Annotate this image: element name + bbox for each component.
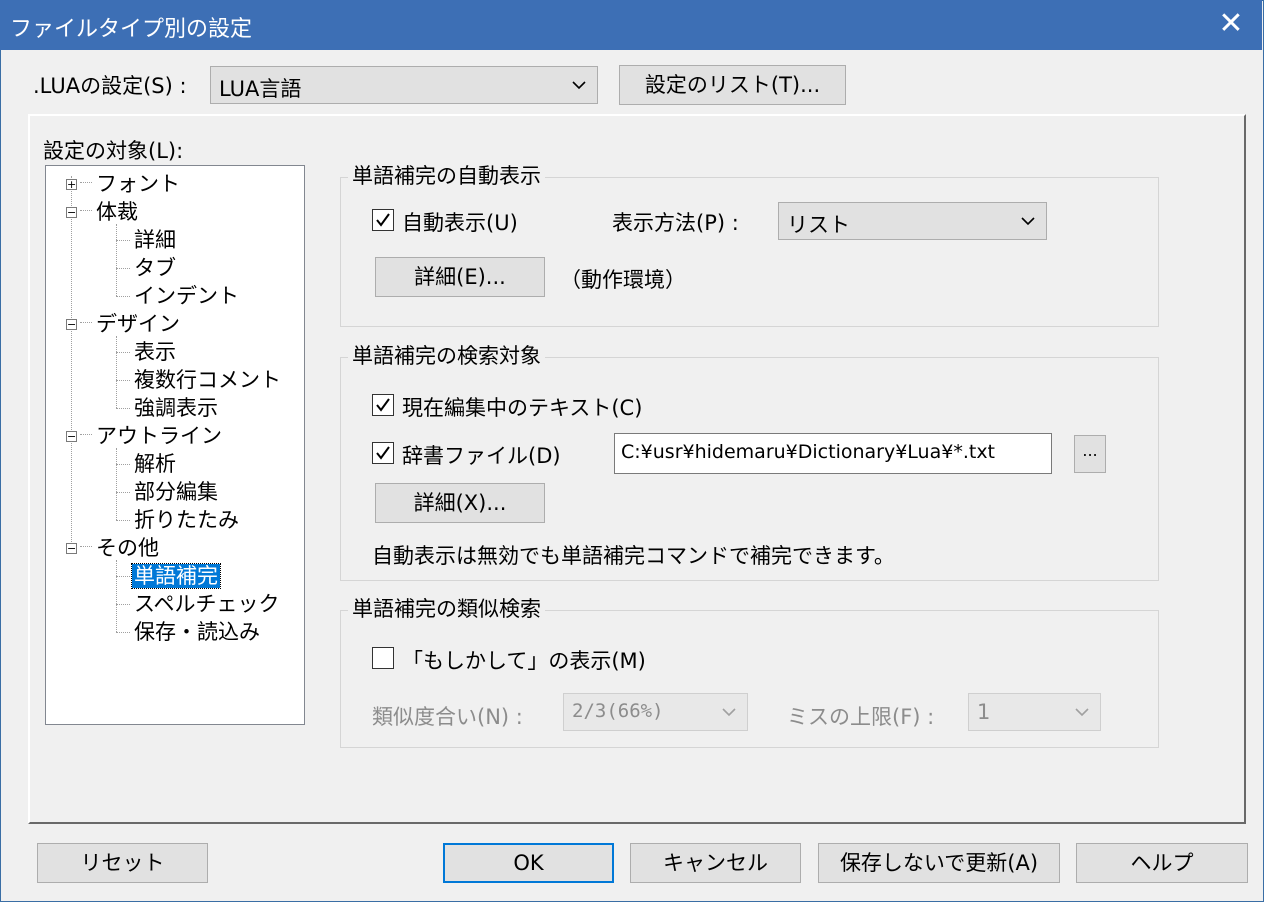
auto-display-detail-button[interactable]: 詳細(E)... xyxy=(375,257,545,297)
title-bar: ファイルタイプ別の設定 ✕ xyxy=(0,0,1262,50)
update-without-save-button[interactable]: 保存しないで更新(A) xyxy=(818,843,1060,883)
collapse-minus-icon[interactable]: − xyxy=(66,543,77,554)
auto-display-checkbox[interactable] xyxy=(372,209,394,231)
chevron-down-icon xyxy=(1075,708,1089,717)
dictionary-file-label[interactable]: 辞書ファイル(D) xyxy=(402,440,561,470)
tree-label: 設定の対象(L): xyxy=(43,139,184,163)
checkmark-icon xyxy=(376,213,390,227)
completion-note: 自動表示は無効でも単語補完コマンドで補完できます。 xyxy=(372,544,895,568)
tree-guide-line xyxy=(116,224,117,296)
checkmark-icon xyxy=(376,446,390,460)
current-text-checkbox[interactable] xyxy=(372,394,394,416)
miss-limit-label: ミスの上限(F) : xyxy=(787,705,935,729)
tree-guide-line xyxy=(116,336,117,408)
cancel-button[interactable]: キャンセル xyxy=(630,843,801,883)
browse-button[interactable]: ... xyxy=(1074,435,1106,473)
tree-guide-line xyxy=(116,448,117,520)
expand-plus-icon[interactable]: + xyxy=(66,179,77,190)
miss-limit-select[interactable]: 1 xyxy=(968,693,1101,731)
similarity-value: 2/3(66%) xyxy=(572,700,664,722)
chevron-down-icon xyxy=(572,81,586,90)
tree-guide-line xyxy=(116,560,117,632)
dictionary-path-field[interactable]: C:¥usr¥hidemaru¥Dictionary¥Lua¥*.txt xyxy=(614,433,1052,474)
window-title: ファイルタイプ別の設定 xyxy=(10,17,253,42)
checkmark-icon xyxy=(376,398,390,412)
current-text-label[interactable]: 現在編集中のテキスト(C) xyxy=(402,392,642,422)
tree-guide-line xyxy=(71,176,72,554)
auto-display-group-title: 単語補完の自動表示 xyxy=(348,160,545,190)
collapse-minus-icon[interactable]: − xyxy=(66,319,77,330)
maybe-display-checkbox[interactable] xyxy=(372,647,394,669)
search-target-detail-button[interactable]: 詳細(X)... xyxy=(375,483,545,523)
auto-display-label[interactable]: 自動表示(U) xyxy=(402,207,518,237)
collapse-minus-icon[interactable]: − xyxy=(66,431,77,442)
lua-settings-label: .LUAの設定(S) : xyxy=(33,74,187,98)
lua-settings-select[interactable]: LUA言語 xyxy=(210,66,598,104)
help-button[interactable]: ヘルプ xyxy=(1076,843,1248,883)
settings-tree[interactable]: + フォント − 体裁 詳細 タブ インデント − デザイン 表示 複数行コメン… xyxy=(45,165,305,725)
maybe-display-label[interactable]: 「もしかして」の表示(M) xyxy=(402,645,646,675)
display-method-value: リスト xyxy=(787,213,850,237)
dictionary-path-value: C:¥usr¥hidemaru¥Dictionary¥Lua¥*.txt xyxy=(621,441,996,463)
display-method-select[interactable]: リスト xyxy=(778,202,1047,240)
chevron-down-icon xyxy=(1021,217,1035,226)
lua-settings-value: LUA言語 xyxy=(219,77,302,101)
dictionary-file-checkbox[interactable] xyxy=(372,442,394,464)
reset-button[interactable]: リセット xyxy=(37,843,208,883)
collapse-minus-icon[interactable]: − xyxy=(66,207,77,218)
display-method-label: 表示方法(P) : xyxy=(612,211,739,235)
miss-limit-value: 1 xyxy=(977,700,991,724)
environment-note: （動作環境） xyxy=(560,268,686,292)
similarity-select[interactable]: 2/3(66%) xyxy=(563,693,748,731)
ok-button[interactable]: OK xyxy=(443,843,614,883)
similarity-label: 類似度合い(N) : xyxy=(372,705,523,729)
similar-search-group-title: 単語補完の類似検索 xyxy=(348,593,545,623)
auto-display-group xyxy=(340,177,1159,327)
close-icon[interactable]: ✕ xyxy=(1213,6,1249,42)
settings-list-button[interactable]: 設定のリスト(T)... xyxy=(619,65,846,105)
search-target-group-title: 単語補完の検索対象 xyxy=(348,340,545,370)
chevron-down-icon xyxy=(722,708,736,717)
